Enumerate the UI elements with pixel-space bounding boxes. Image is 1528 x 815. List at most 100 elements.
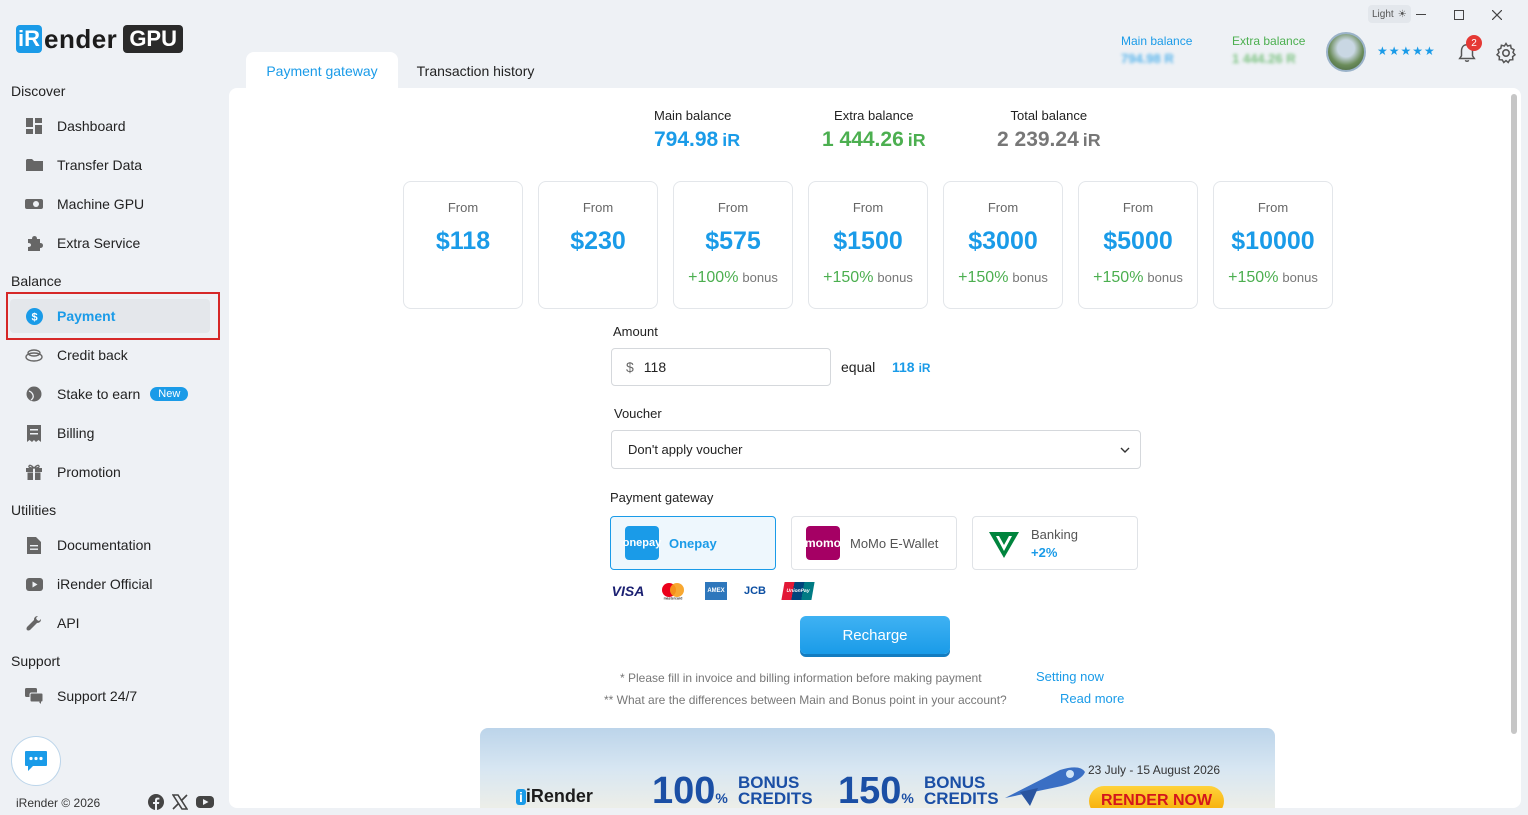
sidebar-item-label: API <box>57 615 80 631</box>
voucher-selected: Don't apply voucher <box>628 442 743 457</box>
package-card[interactable]: From $575 +100% bonus <box>673 181 793 309</box>
header-main-balance-label: Main balance <box>1121 34 1193 48</box>
ir-currency-icon: iR <box>722 130 741 150</box>
unionpay-icon: UnionPay <box>781 582 815 600</box>
x-twitter-icon[interactable] <box>172 794 188 810</box>
payment-gateway-label: Payment gateway <box>610 490 714 505</box>
gateway-label: Onepay <box>669 535 717 551</box>
main-balance: Main balance 794.98 iR <box>654 108 740 152</box>
document-icon <box>25 536 43 554</box>
sidebar-item-irender-official[interactable]: iRender Official <box>10 567 210 601</box>
sidebar-section-support: Support <box>11 653 61 669</box>
package-card[interactable]: From $10000 +150% bonus <box>1213 181 1333 309</box>
package-card[interactable]: From $118 <box>403 181 523 309</box>
notification-badge: 2 <box>1466 35 1482 51</box>
logo-ir: iR <box>16 25 42 53</box>
live-chat-button[interactable] <box>11 736 61 786</box>
bank-logo <box>987 526 1021 560</box>
voucher-select[interactable]: Don't apply voucher <box>611 430 1141 469</box>
gateway-label: MoMo E-Wallet <box>850 535 939 551</box>
youtube-icon <box>25 575 43 593</box>
minimize-icon <box>1416 14 1426 15</box>
package-bonus <box>404 269 522 287</box>
difference-note: ** What are the differences between Main… <box>604 693 1007 707</box>
close-icon <box>1492 10 1502 20</box>
sidebar-item-extra-service[interactable]: Extra Service <box>10 226 210 260</box>
package-price: $5000 <box>1103 227 1173 255</box>
sidebar-item-label: Transfer Data <box>57 157 143 173</box>
sidebar-item-support[interactable]: Support 24/7 <box>10 679 210 713</box>
minimize-button[interactable] <box>1402 6 1440 24</box>
sidebar-item-stake-to-earn[interactable]: Stake to earn New <box>10 377 210 411</box>
setting-now-link[interactable]: Setting now <box>1036 669 1104 684</box>
header-extra-balance-value: 1 444.26 R <box>1232 51 1296 66</box>
sidebar-item-label: Machine GPU <box>57 196 145 212</box>
package-bonus: +150% bonus <box>823 269 913 286</box>
amount-label: Amount <box>613 324 658 339</box>
total-balance: Total balance 2 239.24 iR <box>997 108 1101 152</box>
extra-balance-label: Extra balance <box>834 108 914 123</box>
package-bonus: +150% bonus <box>958 269 1048 286</box>
main-balance-value: 794.98 iR <box>654 128 741 151</box>
maximize-button[interactable] <box>1440 6 1478 24</box>
rocket-icon <box>1005 767 1085 806</box>
invoice-note: * Please fill in invoice and billing inf… <box>620 671 982 685</box>
gateway-momo[interactable]: mo mo MoMo E-Wallet <box>791 516 957 570</box>
theme-label: Light <box>1372 8 1394 20</box>
tab-transaction-history[interactable]: Transaction history <box>403 52 548 90</box>
sidebar-item-documentation[interactable]: Documentation <box>10 528 210 562</box>
sidebar-item-dashboard[interactable]: Dashboard <box>10 109 210 143</box>
banner-bonus-1-text: BONUS CREDITS <box>738 773 813 808</box>
youtube-social-icon[interactable] <box>196 794 214 810</box>
sidebar-item-api[interactable]: API <box>10 606 210 640</box>
chevron-down-icon <box>1120 447 1130 453</box>
sidebar-item-transfer-data[interactable]: Transfer Data <box>10 148 210 182</box>
package-card[interactable]: From $230 <box>538 181 658 309</box>
sidebar-item-label: Credit back <box>57 347 128 363</box>
gateway-onepay[interactable]: one pay Onepay <box>610 516 776 570</box>
sidebar-item-label: Promotion <box>57 464 121 480</box>
scrollbar[interactable] <box>1511 94 1517 734</box>
sidebar-item-machine-gpu[interactable]: Machine GPU <box>10 187 210 221</box>
sidebar-item-promotion[interactable]: Promotion <box>10 455 210 489</box>
logo-ender: ender <box>44 23 118 54</box>
dashboard-icon <box>25 117 43 135</box>
header-main-balance-value: 794.98 R <box>1121 51 1174 66</box>
banner-bonus-2-pct: 150% <box>838 770 914 808</box>
copyright: iRender © 2026 <box>16 796 101 810</box>
render-now-button[interactable]: RENDER NOW <box>1089 786 1224 808</box>
package-card[interactable]: From $1500 +150% bonus <box>808 181 928 309</box>
svg-text:mastercard: mastercard <box>664 597 683 601</box>
banner-logo: i iRender <box>516 786 593 807</box>
onepay-logo: one pay <box>623 526 661 560</box>
globe-icon <box>25 385 43 403</box>
header-extra-balance-label: Extra balance <box>1232 34 1306 48</box>
chat-icon <box>25 751 47 771</box>
package-card[interactable]: From $5000 +150% bonus <box>1078 181 1198 309</box>
gear-icon[interactable] <box>1494 41 1518 65</box>
visa-icon: VISA <box>611 583 645 599</box>
sidebar-item-label: Support 24/7 <box>57 688 138 704</box>
avatar[interactable] <box>1326 32 1366 72</box>
extra-balance: Extra balance 1 444.26 iR <box>822 108 926 152</box>
close-button[interactable] <box>1478 6 1516 24</box>
package-bonus: +150% bonus <box>1228 269 1318 286</box>
sidebar-item-billing[interactable]: Billing <box>10 416 210 450</box>
equal-value: 118 iR <box>892 359 931 375</box>
payment-panel: Main balance 794.98 iR Extra balance 1 44… <box>229 88 1521 808</box>
maximize-icon <box>1454 10 1464 20</box>
momo-logo: mo mo <box>805 526 841 560</box>
read-more-link[interactable]: Read more <box>1060 691 1124 706</box>
facebook-icon[interactable] <box>148 794 164 810</box>
gpu-icon <box>25 195 43 213</box>
ir-currency-icon: iR <box>1082 130 1101 150</box>
amount-input[interactable]: $ 118 <box>611 348 831 386</box>
recharge-button[interactable]: Recharge <box>800 616 950 654</box>
gateway-banking[interactable]: Banking +2% <box>972 516 1138 570</box>
promo-banner[interactable]: i iRender 100% BONUS CREDITS 150% BONUS CR… <box>480 728 1275 808</box>
sidebar-item-credit-back[interactable]: Credit back <box>10 338 210 372</box>
tab-payment-gateway[interactable]: Payment gateway <box>246 52 398 90</box>
sidebar-item-label: Stake to earn <box>57 386 141 402</box>
package-card[interactable]: From $3000 +150% bonus <box>943 181 1063 309</box>
currency-symbol: $ <box>626 359 634 375</box>
